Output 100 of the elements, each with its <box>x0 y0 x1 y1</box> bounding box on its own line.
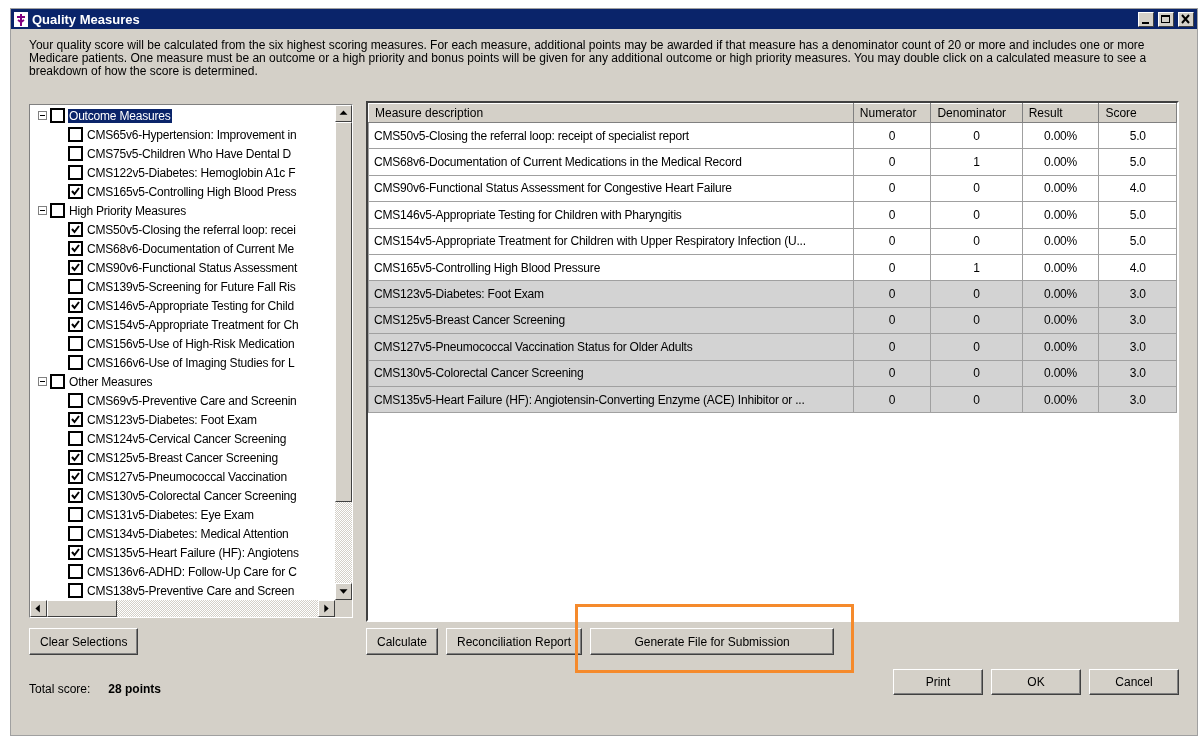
maximize-button[interactable] <box>1158 11 1174 27</box>
checkbox[interactable] <box>68 450 83 465</box>
tree-item[interactable]: CMS136v6-ADHD: Follow-Up Care for C <box>86 564 298 579</box>
tree-item[interactable]: CMS127v5-Pneumococcal Vaccination <box>86 469 288 484</box>
action-button[interactable]: Calculate <box>366 628 439 655</box>
table-cell: 3.0 <box>1098 307 1177 334</box>
tree-item[interactable]: CMS135v5-Heart Failure (HF): Angiotens <box>86 545 300 560</box>
scroll-right-button[interactable] <box>318 600 335 617</box>
scroll-left-button[interactable] <box>30 600 47 617</box>
action-button[interactable]: Reconciliation Report <box>446 628 583 655</box>
checkbox[interactable] <box>68 165 83 180</box>
checkbox[interactable] <box>68 336 83 351</box>
table-cell: 5.0 <box>1098 201 1177 229</box>
tree-item[interactable]: CMS134v5-Diabetes: Medical Attention <box>86 526 290 541</box>
checkbox[interactable] <box>68 184 83 199</box>
checkbox[interactable] <box>68 545 83 560</box>
tree-item[interactable]: CMS166v6-Use of Imaging Studies for L <box>86 355 296 370</box>
table-cell: 0 <box>853 280 931 308</box>
column-header[interactable]: Denominator <box>930 103 1023 123</box>
close-button[interactable] <box>1178 11 1194 27</box>
dialog-button[interactable]: Print <box>893 669 983 695</box>
tree-item[interactable]: CMS50v5-Closing the referral loop: recei <box>86 222 297 237</box>
checkbox[interactable] <box>68 317 83 332</box>
scroll-down-button[interactable] <box>335 583 352 600</box>
tree-item[interactable]: CMS146v5-Appropriate Testing for Child <box>86 298 295 313</box>
tree-item[interactable]: CMS65v6-Hypertension: Improvement in <box>86 127 298 142</box>
column-header[interactable]: Score <box>1098 103 1177 123</box>
table-cell: 3.0 <box>1098 360 1177 387</box>
table-cell: 0 <box>930 228 1023 255</box>
table-cell: 5.0 <box>1098 148 1177 176</box>
minimize-button[interactable] <box>1138 11 1154 27</box>
scroll-thumb[interactable] <box>335 122 352 502</box>
checkbox[interactable] <box>68 393 83 408</box>
checkbox[interactable] <box>68 222 83 237</box>
table-cell: 0.00% <box>1022 360 1099 387</box>
total-score-label: Total score: <box>29 682 91 696</box>
clear-selections-button[interactable]: Clear Selections <box>29 628 139 655</box>
checkbox[interactable] <box>68 488 83 503</box>
tree-item[interactable]: CMS139v5-Screening for Future Fall Ris <box>86 279 297 294</box>
column-header[interactable]: Measure description <box>368 103 854 123</box>
tree-item[interactable]: CMS156v5-Use of High-Risk Medication <box>86 336 296 351</box>
checkbox[interactable] <box>68 583 83 598</box>
checkbox[interactable] <box>68 146 83 161</box>
checkbox[interactable] <box>68 564 83 579</box>
tree-item[interactable]: CMS165v5-Controlling High Blood Press <box>86 184 298 199</box>
column-header[interactable]: Numerator <box>853 103 931 123</box>
tree-item[interactable]: CMS123v5-Diabetes: Foot Exam <box>86 412 258 427</box>
table-cell: 0 <box>930 201 1023 229</box>
checkbox[interactable] <box>68 241 83 256</box>
total-score-value: 28 points <box>108 682 162 696</box>
checkbox[interactable] <box>50 374 65 389</box>
checkbox[interactable] <box>68 260 83 275</box>
tree-item[interactable]: CMS131v5-Diabetes: Eye Exam <box>86 507 255 522</box>
table-cell: 0 <box>930 386 1023 413</box>
checkbox[interactable] <box>68 279 83 294</box>
scroll-up-button[interactable] <box>335 105 352 122</box>
table-cell: 0 <box>853 307 931 334</box>
table-cell: 0 <box>930 333 1023 360</box>
table-cell: 0 <box>853 386 931 413</box>
checkbox[interactable] <box>68 526 83 541</box>
table-cell: 1 <box>930 148 1023 176</box>
checkbox[interactable] <box>68 298 83 313</box>
collapse-icon[interactable] <box>38 377 47 386</box>
dialog-button[interactable]: Cancel <box>1089 669 1179 695</box>
table-cell: 0.00% <box>1022 333 1099 360</box>
tree-group[interactable]: High Priority Measures <box>68 203 187 218</box>
tree-item[interactable]: CMS124v5-Cervical Cancer Screening <box>86 431 288 446</box>
column-header[interactable]: Result <box>1022 103 1099 123</box>
tree-item[interactable]: CMS122v5-Diabetes: Hemoglobin A1c F <box>86 165 297 180</box>
checkbox[interactable] <box>50 203 65 218</box>
tree-item[interactable]: CMS75v5-Children Who Have Dental D <box>86 146 292 161</box>
scroll-thumb[interactable] <box>47 600 117 617</box>
checkbox[interactable] <box>68 431 83 446</box>
checkbox[interactable] <box>68 127 83 142</box>
checkbox[interactable] <box>50 108 65 123</box>
tree-item[interactable]: CMS125v5-Breast Cancer Screening <box>86 450 280 465</box>
table-cell: CMS125v5-Breast Cancer Screening <box>368 307 854 334</box>
tree-item[interactable]: CMS154v5-Appropriate Treatment for Ch <box>86 317 300 332</box>
tree-item[interactable]: CMS138v5-Preventive Care and Screen <box>86 583 296 598</box>
tree-item[interactable]: CMS68v6-Documentation of Current Me <box>86 241 296 256</box>
table-cell: 0.00% <box>1022 280 1099 308</box>
checkbox[interactable] <box>68 469 83 484</box>
collapse-icon[interactable] <box>38 111 47 120</box>
table-cell: CMS123v5-Diabetes: Foot Exam <box>368 280 854 308</box>
tree-group[interactable]: Outcome Measures <box>68 108 172 123</box>
collapse-icon[interactable] <box>38 206 47 215</box>
tree-item[interactable]: CMS69v5-Preventive Care and Screenin <box>86 393 298 408</box>
tree-item[interactable]: CMS90v6-Functional Status Assessment <box>86 260 299 275</box>
table-cell: 0 <box>930 175 1023 202</box>
tree-item[interactable]: CMS130v5-Colorectal Cancer Screening <box>86 488 298 503</box>
dialog-button[interactable]: OK <box>991 669 1081 695</box>
horizontal-scrollbar[interactable] <box>30 600 335 617</box>
checkbox[interactable] <box>68 507 83 522</box>
checkbox[interactable] <box>68 412 83 427</box>
instructions-text: Your quality score will be calculated from the six highest scoring measures. For each measure, additional points may be awarded if that measure has a denominator count of 20 or more and includes one or more Medicare patients. One measure must be an outcome or a high priority and bonus points will be given for any additional outcome or high priority measures. You may double click on a calculated measure to see a breakdown of how the score is determined. <box>29 39 1148 78</box>
vertical-scrollbar[interactable] <box>335 105 352 600</box>
tree-group[interactable]: Other Measures <box>68 374 154 389</box>
action-button[interactable]: Generate File for Submission <box>590 628 835 655</box>
checkbox[interactable] <box>68 355 83 370</box>
table-cell: 0.00% <box>1022 122 1099 149</box>
